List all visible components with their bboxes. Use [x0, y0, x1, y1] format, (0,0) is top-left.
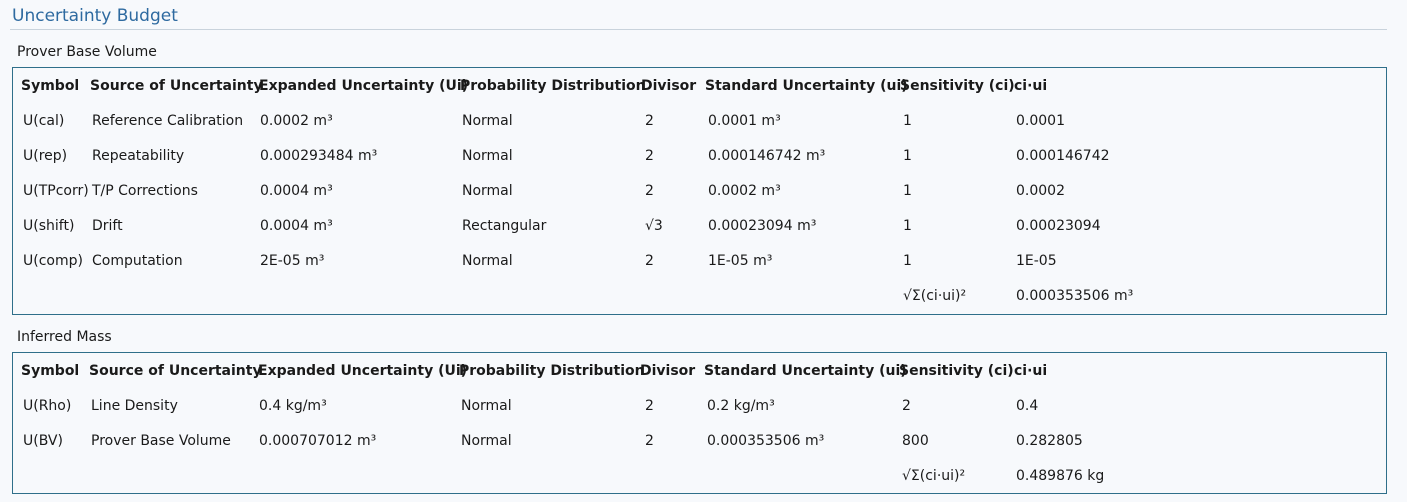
- cell-divisor: 2: [645, 113, 654, 129]
- cell-source: Line Density: [91, 398, 178, 414]
- cell-standard-uncertainty: 0.0002 m³: [708, 183, 781, 199]
- cell-sensitivity: 800: [902, 433, 929, 449]
- cell-divisor: 2: [645, 253, 654, 269]
- cell-probability-distribution: Normal: [461, 433, 512, 449]
- column-header-source: Source of Uncertainty: [90, 78, 263, 94]
- cell-ci-ui: 0.282805: [1016, 433, 1083, 449]
- column-header-ci-ui: ci·ui: [1014, 363, 1048, 379]
- cell-divisor: 2: [645, 433, 654, 449]
- cell-symbol: U(shift): [23, 218, 75, 234]
- cell-divisor: 2: [645, 398, 654, 414]
- cell-sensitivity: 1: [903, 113, 912, 129]
- column-header-standard-uncertainty: Standard Uncertainty (ui): [705, 78, 908, 94]
- cell-sensitivity: 1: [903, 183, 912, 199]
- cell-ci-ui: 1E-05: [1016, 253, 1057, 269]
- column-header-source: Source of Uncertainty: [89, 363, 262, 379]
- cell-ci-ui: 0.00023094: [1016, 218, 1101, 234]
- cell-expanded-uncertainty: 0.0004 m³: [260, 183, 333, 199]
- page-title: Uncertainty Budget: [12, 6, 178, 26]
- column-header-expanded-uncertainty: Expanded Uncertainty (Ui): [259, 78, 469, 94]
- cell-probability-distribution: Normal: [462, 113, 513, 129]
- total-label: √Σ(ci·ui)²: [902, 468, 966, 484]
- column-header-ci-ui: ci·ui: [1014, 78, 1048, 94]
- column-header-probability-distribution: Probability Distribution: [460, 78, 646, 94]
- cell-expanded-uncertainty: 0.000707012 m³: [259, 433, 377, 449]
- column-header-symbol: Symbol: [21, 78, 80, 94]
- cell-standard-uncertainty: 0.2 kg/m³: [707, 398, 775, 414]
- cell-symbol: U(Rho): [23, 398, 72, 414]
- cell-sensitivity: 1: [903, 148, 912, 164]
- cell-standard-uncertainty: 1E-05 m³: [708, 253, 773, 269]
- column-header-divisor: Divisor: [640, 363, 696, 379]
- column-header-symbol: Symbol: [21, 363, 80, 379]
- cell-symbol: U(TPcorr): [23, 183, 89, 199]
- cell-source: T/P Corrections: [92, 183, 198, 199]
- cell-standard-uncertainty: 0.000146742 m³: [708, 148, 826, 164]
- cell-probability-distribution: Rectangular: [462, 218, 547, 234]
- budget-table: Symbol Source of Uncertainty Expanded Unce…: [12, 352, 1387, 494]
- cell-sensitivity: 1: [903, 218, 912, 234]
- column-header-sensitivity: Sensitivity (ci): [900, 78, 1015, 94]
- cell-expanded-uncertainty: 0.0004 m³: [260, 218, 333, 234]
- cell-source: Prover Base Volume: [91, 433, 231, 449]
- cell-symbol: U(BV): [23, 433, 63, 449]
- cell-standard-uncertainty: 0.000353506 m³: [707, 433, 825, 449]
- cell-ci-ui: 0.0002: [1016, 183, 1065, 199]
- cell-probability-distribution: Normal: [461, 398, 512, 414]
- column-header-divisor: Divisor: [641, 78, 697, 94]
- cell-probability-distribution: Normal: [462, 183, 513, 199]
- cell-symbol: U(cal): [23, 113, 65, 129]
- column-header-standard-uncertainty: Standard Uncertainty (ui): [704, 363, 907, 379]
- cell-probability-distribution: Normal: [462, 148, 513, 164]
- cell-sensitivity: 2: [902, 398, 911, 414]
- section-label: Prover Base Volume: [17, 44, 157, 60]
- cell-standard-uncertainty: 0.0001 m³: [708, 113, 781, 129]
- total-label: √Σ(ci·ui)²: [903, 288, 967, 304]
- cell-probability-distribution: Normal: [462, 253, 513, 269]
- cell-ci-ui: 0.4: [1016, 398, 1039, 414]
- cell-symbol: U(comp): [23, 253, 83, 269]
- total-value: 0.489876 kg: [1016, 468, 1105, 484]
- column-header-expanded-uncertainty: Expanded Uncertainty (Ui): [258, 363, 468, 379]
- cell-expanded-uncertainty: 0.4 kg/m³: [259, 398, 327, 414]
- cell-divisor: 2: [645, 183, 654, 199]
- cell-divisor: 2: [645, 148, 654, 164]
- cell-source: Reference Calibration: [92, 113, 244, 129]
- cell-expanded-uncertainty: 0.0002 m³: [260, 113, 333, 129]
- column-header-sensitivity: Sensitivity (ci): [899, 363, 1014, 379]
- cell-expanded-uncertainty: 2E-05 m³: [260, 253, 325, 269]
- cell-ci-ui: 0.000146742: [1016, 148, 1110, 164]
- cell-symbol: U(rep): [23, 148, 68, 164]
- cell-standard-uncertainty: 0.00023094 m³: [708, 218, 817, 234]
- cell-source: Repeatability: [92, 148, 185, 164]
- column-header-probability-distribution: Probability Distribution: [459, 363, 645, 379]
- cell-divisor: √3: [645, 218, 663, 234]
- total-value: 0.000353506 m³: [1016, 288, 1134, 304]
- cell-sensitivity: 1: [903, 253, 912, 269]
- cell-expanded-uncertainty: 0.000293484 m³: [260, 148, 378, 164]
- cell-source: Drift: [92, 218, 123, 234]
- section-label: Inferred Mass: [17, 329, 112, 345]
- cell-source: Computation: [92, 253, 183, 269]
- budget-table: Symbol Source of Uncertainty Expanded Unce…: [12, 67, 1387, 315]
- cell-ci-ui: 0.0001: [1016, 113, 1065, 129]
- title-divider: [10, 29, 1387, 30]
